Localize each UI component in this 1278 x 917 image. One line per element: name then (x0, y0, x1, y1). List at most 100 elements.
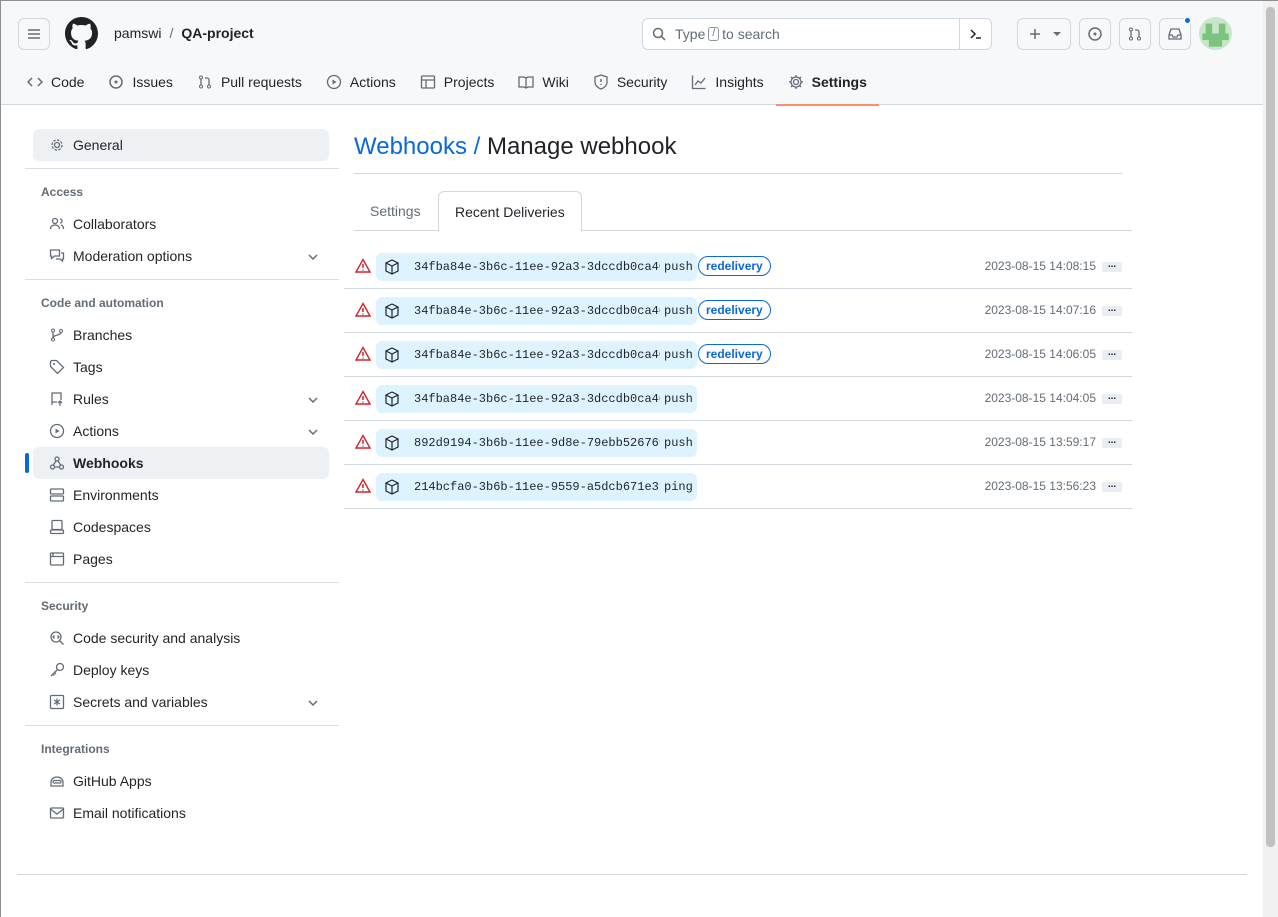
tab-actions-label: Actions (349, 74, 396, 90)
delivery-row[interactable]: 214bcfa0-3b6b-11ee-9559-a5dcb671e3f5 pin… (344, 465, 1132, 509)
sidebar-item-branches[interactable]: Branches (33, 319, 329, 351)
tab-actions[interactable]: Actions (314, 65, 408, 99)
chevron-down-icon (308, 429, 318, 436)
tab-insights[interactable]: Insights (679, 65, 775, 99)
expand-button[interactable]: ... (1102, 348, 1122, 360)
tab-pull-requests[interactable]: Pull requests (185, 65, 314, 99)
redelivery-badge: redelivery (698, 256, 771, 276)
tab-settings[interactable]: Settings (775, 65, 880, 106)
breadcrumb-owner[interactable]: pamswi (114, 25, 161, 41)
search-placeholder-start: Type (675, 26, 706, 42)
delivery-timestamp: 2023-08-15 14:04:05 (984, 391, 1096, 405)
delivery-guid-text: 34fba84e-3b6c-11ee-92a3-3dccdb0ca405 (414, 304, 674, 318)
sidebar-item-deploy-keys[interactable]: Deploy keys (33, 654, 329, 686)
event-badge: push (660, 429, 697, 457)
sidebar-item-label: Rules (73, 391, 109, 407)
hamburger-icon (28, 29, 40, 39)
expand-button[interactable]: ... (1102, 436, 1122, 448)
repo-push-icon (51, 392, 63, 406)
package-icon (385, 347, 399, 363)
key-icon (50, 662, 65, 677)
github-logo-icon[interactable] (65, 17, 98, 53)
section-heading-security: Security (41, 599, 89, 613)
sidebar-item-email-notifications[interactable]: Email notifications (33, 797, 329, 829)
tab-webhook-settings[interactable]: Settings (354, 191, 437, 231)
search-shortcut-key: / (708, 27, 720, 41)
package-icon (385, 391, 399, 407)
avatar[interactable] (1199, 17, 1232, 50)
page-scrollbar[interactable] (1263, 1, 1278, 917)
search-placeholder-end: to search (722, 26, 780, 42)
page-title-text: Manage webhook (486, 133, 677, 160)
deliveries-list: 34fba84e-3b6c-11ee-92a3-3dccdb0ca405 pus… (344, 245, 1132, 509)
pull-requests-button[interactable] (1119, 18, 1151, 50)
sidebar-item-moderation[interactable]: Moderation options (33, 240, 329, 272)
repo-header: pamswi / QA-project Type / to search Code … (1, 1, 1264, 106)
delivery-row[interactable]: 34fba84e-3b6c-11ee-92a3-3dccdb0ca405 pus… (344, 245, 1132, 289)
delivery-timestamp: 2023-08-15 14:07:16 (984, 303, 1096, 317)
mail-icon (49, 807, 65, 819)
sidebar-item-webhooks[interactable]: Webhooks (25, 447, 329, 479)
breadcrumb-separator: / (169, 25, 174, 41)
tab-code[interactable]: Code (15, 65, 96, 99)
expand-button[interactable]: ... (1102, 260, 1122, 272)
delivery-row[interactable]: 892d9194-3b6b-11ee-9d8e-79ebb5267696 pus… (344, 421, 1132, 465)
issue-icon (1088, 27, 1102, 41)
sidebar-item-label: Deploy keys (73, 662, 150, 678)
breadcrumb-repo[interactable]: QA-project (181, 25, 253, 41)
notification-dot (1183, 16, 1192, 25)
tab-insights-label: Insights (715, 74, 764, 90)
chevron-down-icon (308, 700, 318, 707)
alert-icon (355, 302, 371, 317)
settings-sidebar: General Access Collaborators Moderation … (25, 129, 339, 829)
delivery-guid: 34fba84e-3b6c-11ee-92a3-3dccdb0ca405 (376, 341, 678, 369)
webhook-icon (49, 456, 65, 470)
scrollbar-thumb[interactable] (1266, 7, 1275, 847)
gear-icon (51, 139, 63, 151)
tab-issues[interactable]: Issues (96, 65, 184, 99)
tab-recent-deliveries[interactable]: Recent Deliveries (438, 191, 582, 232)
section-heading-code-automation: Code and automation (41, 296, 164, 310)
delivery-row[interactable]: 34fba84e-3b6c-11ee-92a3-3dccdb0ca405 pus… (344, 289, 1132, 333)
sidebar-item-general[interactable]: General (33, 129, 329, 161)
delivery-row[interactable]: 34fba84e-3b6c-11ee-92a3-3dccdb0ca405 pus… (344, 333, 1132, 377)
redelivery-badge: redelivery (698, 300, 771, 320)
command-palette-button[interactable] (959, 18, 991, 50)
tab-wiki[interactable]: Wiki (506, 65, 580, 99)
tag-icon (49, 359, 65, 375)
sidebar-item-environments[interactable]: Environments (33, 479, 329, 511)
sidebar-item-label: Code security and analysis (73, 630, 241, 646)
event-badge: push (660, 253, 697, 281)
table-icon (420, 75, 435, 89)
sidebar-item-actions[interactable]: Actions (33, 415, 329, 447)
expand-button[interactable]: ... (1102, 392, 1122, 404)
tab-projects[interactable]: Projects (408, 65, 507, 99)
delivery-guid-text: 214bcfa0-3b6b-11ee-9559-a5dcb671e3f5 (414, 480, 674, 494)
webhooks-breadcrumb-link[interactable]: Webhooks / (354, 133, 480, 160)
delivery-row[interactable]: 34fba84e-3b6c-11ee-92a3-3dccdb0ca405 pus… (344, 377, 1132, 421)
tab-code-label: Code (51, 74, 85, 90)
alert-icon (355, 390, 371, 405)
hubot-icon (50, 776, 64, 787)
expand-button[interactable]: ... (1102, 480, 1122, 492)
issues-button[interactable] (1079, 18, 1111, 50)
sidebar-item-code-security[interactable]: Code security and analysis (33, 622, 329, 654)
search-icon (652, 27, 666, 41)
terminal-icon (969, 29, 981, 39)
sidebar-item-github-apps[interactable]: GitHub Apps (33, 765, 329, 797)
delivery-guid: 214bcfa0-3b6b-11ee-9559-a5dcb671e3f5 (376, 473, 678, 501)
menu-button[interactable] (18, 18, 50, 50)
search-input[interactable]: Type / to search (642, 18, 992, 50)
sidebar-item-tags[interactable]: Tags (33, 351, 329, 383)
sidebar-item-codespaces[interactable]: Codespaces (33, 511, 329, 543)
page-title: Webhooks / Manage webhook (354, 131, 1122, 174)
sidebar-item-rules[interactable]: Rules (33, 383, 329, 415)
sidebar-item-collaborators[interactable]: Collaborators (33, 208, 329, 240)
tab-security[interactable]: Security (581, 65, 680, 99)
tab-settings-label: Settings (811, 74, 867, 90)
create-new-button[interactable] (1017, 18, 1071, 50)
sidebar-item-secrets[interactable]: Secrets and variables (33, 686, 329, 718)
codespaces-icon (49, 519, 65, 535)
sidebar-item-pages[interactable]: Pages (33, 543, 329, 575)
expand-button[interactable]: ... (1102, 304, 1122, 316)
